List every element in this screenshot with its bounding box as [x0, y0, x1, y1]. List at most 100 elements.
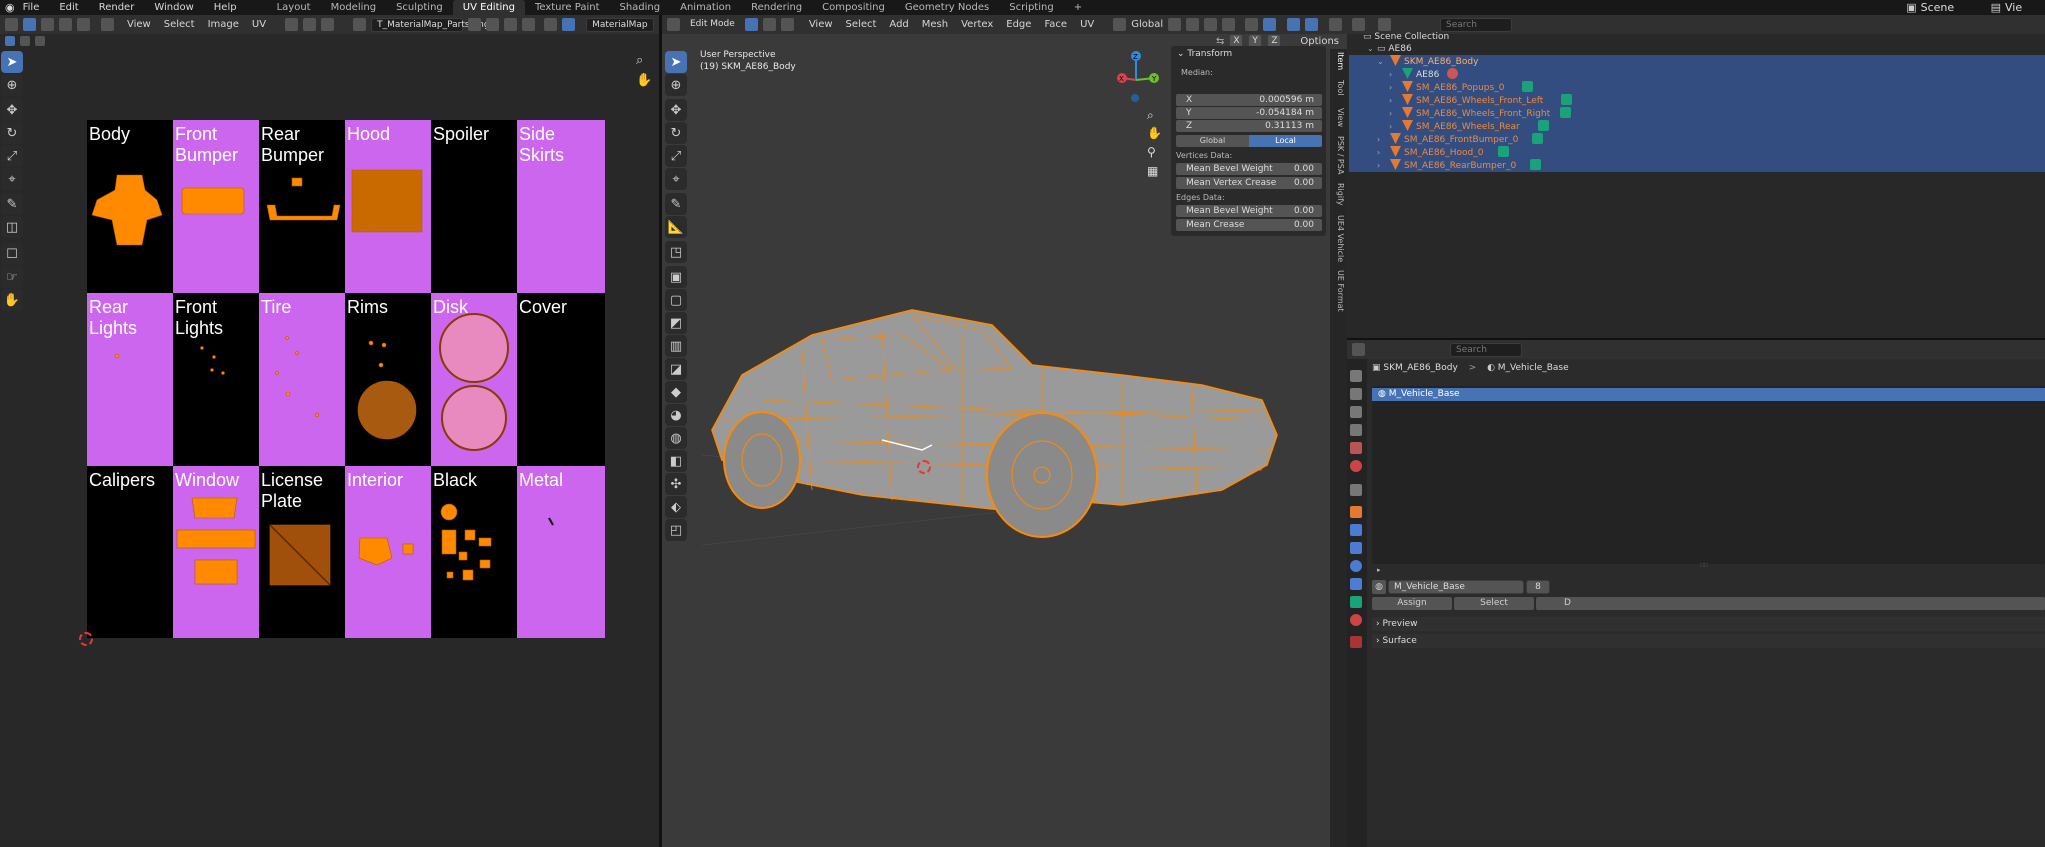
pivot-point-icon[interactable] — [1168, 18, 1182, 31]
face-select-mode-icon[interactable] — [780, 18, 794, 31]
workspace-tab-uv-editing[interactable]: UV Editing — [452, 0, 525, 15]
proportional-edit-icon[interactable] — [321, 18, 335, 31]
sync-selection-icon[interactable] — [23, 18, 36, 31]
n-tab-psk-psa[interactable]: PSK / PSA — [1331, 136, 1345, 174]
gizmo-toggle-icon[interactable] — [1263, 18, 1277, 31]
snap-icon[interactable] — [303, 18, 317, 31]
select-mode-subtract-icon[interactable] — [35, 36, 45, 46]
workspace-tab-layout[interactable]: Layout — [267, 0, 321, 15]
tool-grab-icon[interactable]: ☐ — [1, 243, 23, 265]
pan-hand-icon[interactable]: ✋ — [636, 73, 652, 88]
view-layer-selector[interactable]: Vie — [2005, 1, 2045, 14]
vertex-select-mode-icon[interactable] — [744, 18, 758, 31]
vp-menu-select[interactable]: Select — [846, 19, 877, 30]
zoom-icon[interactable]: ⌕ — [636, 53, 643, 68]
texture-tab-icon[interactable] — [1350, 636, 1362, 648]
material-user-count[interactable]: 8 — [1526, 580, 1550, 594]
n-tab-item[interactable]: Item — [1331, 52, 1345, 70]
tool-settings-tab-icon[interactable] — [1350, 370, 1362, 382]
scene-selector-icon[interactable]: ▣ — [1906, 1, 1916, 14]
tool-rotate-icon[interactable]: ↻ — [665, 122, 687, 144]
outliner-display-mode-icon[interactable] — [1378, 18, 1391, 31]
workspace-tab-rendering[interactable]: Rendering — [741, 0, 812, 15]
world-tab-icon[interactable] — [1350, 460, 1362, 472]
scene-tab-icon[interactable] — [1350, 442, 1362, 454]
expand-icon[interactable]: › — [1389, 109, 1399, 119]
editor-type-3d-icon[interactable] — [667, 18, 680, 31]
constraints-tab-icon[interactable] — [1350, 578, 1362, 590]
open-image-icon[interactable] — [504, 18, 518, 31]
face-select-icon[interactable] — [77, 18, 90, 31]
tool-cursor-icon[interactable]: ⊕ — [1, 74, 23, 96]
mode-selector[interactable]: Edit Mode — [685, 17, 740, 32]
zoom-view-icon[interactable]: ⌕ — [1147, 108, 1154, 123]
vp-menu-vertex[interactable]: Vertex — [961, 19, 993, 30]
tool-rip-icon[interactable]: ◫ — [1, 216, 23, 238]
uv-2d-cursor-icon[interactable] — [79, 632, 93, 646]
workspace-tab-texture-paint[interactable]: Texture Paint — [525, 0, 610, 15]
median-z-field[interactable]: Z 0.31113 m — [1176, 120, 1322, 132]
display-channels-icon[interactable] — [562, 18, 576, 31]
tool-move-icon[interactable]: ✥ — [665, 99, 687, 121]
preview-panel-header[interactable]: › Preview — [1372, 617, 2045, 631]
menu-render[interactable]: Render — [99, 2, 135, 13]
expand-icon[interactable]: › — [1389, 96, 1399, 106]
pivot-icon[interactable] — [285, 18, 299, 31]
island-select-icon[interactable] — [101, 18, 114, 31]
uv-menu-select[interactable]: Select — [164, 19, 195, 30]
view-layer-icon[interactable]: ▤ — [1991, 1, 2001, 14]
transform-panel-header[interactable]: ⌄ Transform — [1177, 49, 1232, 59]
properties-search-field[interactable]: Search — [1450, 342, 1522, 357]
vertex-select-icon[interactable] — [41, 18, 54, 31]
material-name-field[interactable]: M_Vehicle_Base — [1388, 580, 1524, 594]
outliner-item-wheels-rear[interactable]: › SM_AE86_Wheels_Rear — [1349, 120, 2045, 133]
particles-tab-icon[interactable] — [1350, 542, 1362, 554]
workspace-tab-sculpting[interactable]: Sculpting — [386, 0, 453, 15]
material-slot-row[interactable]: ◍ M_Vehicle_Base — [1372, 388, 2045, 401]
local-toggle[interactable]: Local — [1249, 135, 1322, 147]
material-browse-icon[interactable]: ◍ — [1372, 580, 1386, 594]
outliner-search-field[interactable]: Search — [1440, 17, 1512, 32]
outliner-item-wheels-front-left[interactable]: › SM_AE86_Wheels_Front_Left — [1349, 94, 2045, 107]
image-browse-icon[interactable] — [353, 18, 367, 31]
orientation-icon[interactable] — [1113, 18, 1127, 31]
outliner-item-ae86-mesh[interactable]: › AE86 — [1349, 68, 2045, 81]
n-tab-tool[interactable]: Tool — [1331, 80, 1345, 96]
vp-menu-view[interactable]: View — [809, 19, 833, 30]
menu-window[interactable]: Window — [154, 2, 193, 13]
expand-icon[interactable]: › — [1389, 70, 1399, 80]
tool-move-icon[interactable]: ✥ — [1, 99, 23, 121]
navigation-gizmo[interactable]: Z Y X — [1106, 50, 1166, 110]
tool-scale-icon[interactable]: ⤢ — [665, 145, 687, 167]
visibility-icon[interactable] — [1245, 18, 1259, 31]
workspace-tab-compositing[interactable]: Compositing — [812, 0, 895, 15]
tool-relax-icon[interactable]: ☞ — [1, 266, 23, 288]
median-y-field[interactable]: Y -0.054184 m — [1176, 107, 1322, 119]
tool-transform-icon[interactable]: ⌖ — [665, 168, 687, 190]
uv-menu-view[interactable]: View — [127, 19, 151, 30]
vp-menu-uv[interactable]: UV — [1080, 19, 1094, 30]
perspective-toggle-icon[interactable]: ▦ — [1147, 164, 1158, 178]
overlay-toggle-icon[interactable] — [1287, 18, 1301, 31]
new-image-icon[interactable] — [486, 18, 500, 31]
outliner-editor-type-icon[interactable] — [1352, 18, 1365, 31]
workspace-tab-modeling[interactable]: Modeling — [321, 0, 387, 15]
mean-crease-field[interactable]: Mean Crease 0.00 — [1176, 219, 1322, 231]
workspace-tab-geometry-nodes[interactable]: Geometry Nodes — [895, 0, 999, 15]
uv-map-selector[interactable]: MaterialMap — [586, 17, 654, 32]
output-tab-icon[interactable] — [1350, 406, 1362, 418]
add-workspace-button[interactable]: + — [1064, 0, 1092, 15]
collection-tab-icon[interactable] — [1350, 484, 1362, 496]
mean-bevel-weight-edge-field[interactable]: Mean Bevel Weight 0.00 — [1176, 205, 1322, 217]
tool-scale-icon[interactable]: ⤢ — [1, 145, 23, 167]
orientation-selector[interactable]: Global — [1131, 19, 1163, 30]
surface-panel-header[interactable]: › Surface — [1372, 634, 2045, 648]
3d-cursor-icon[interactable] — [917, 460, 931, 474]
snap-toggle-icon[interactable] — [1186, 18, 1200, 31]
median-x-field[interactable]: X 0.000596 m — [1176, 94, 1322, 106]
n-tab-rigify[interactable]: Rigify — [1331, 183, 1345, 206]
edge-select-icon[interactable] — [59, 18, 72, 31]
workspace-tab-shading[interactable]: Shading — [609, 0, 670, 15]
tool-transform-icon[interactable]: ⌖ — [1, 168, 23, 190]
outliner-item-skm-ae86-body[interactable]: ⌄ SKM_AE86_Body — [1349, 55, 2045, 68]
